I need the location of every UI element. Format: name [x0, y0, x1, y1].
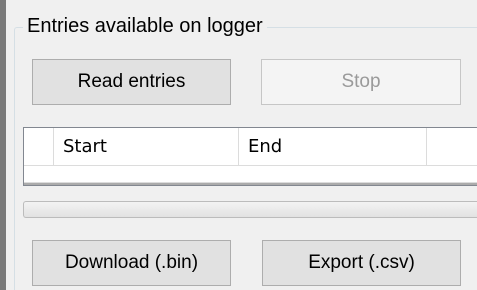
- export-csv-button[interactable]: Export (.csv): [262, 240, 461, 286]
- logger-entries-panel: Entries available on logger Read entries…: [0, 0, 477, 290]
- column-header-start[interactable]: Start: [54, 128, 239, 166]
- table-header: Start End: [24, 128, 477, 166]
- progress-bar: [23, 201, 477, 218]
- column-header-end[interactable]: End: [239, 128, 427, 166]
- entries-table[interactable]: Start End: [23, 127, 477, 186]
- column-header-filler: [427, 128, 477, 166]
- read-entries-button[interactable]: Read entries: [32, 59, 231, 105]
- stop-button[interactable]: Stop: [261, 59, 461, 105]
- window-edge: [0, 0, 6, 290]
- groupbox-title: Entries available on logger: [23, 11, 267, 41]
- download-bin-button[interactable]: Download (.bin): [32, 240, 231, 286]
- table-row[interactable]: [24, 166, 477, 183]
- row-header-column: [24, 128, 54, 166]
